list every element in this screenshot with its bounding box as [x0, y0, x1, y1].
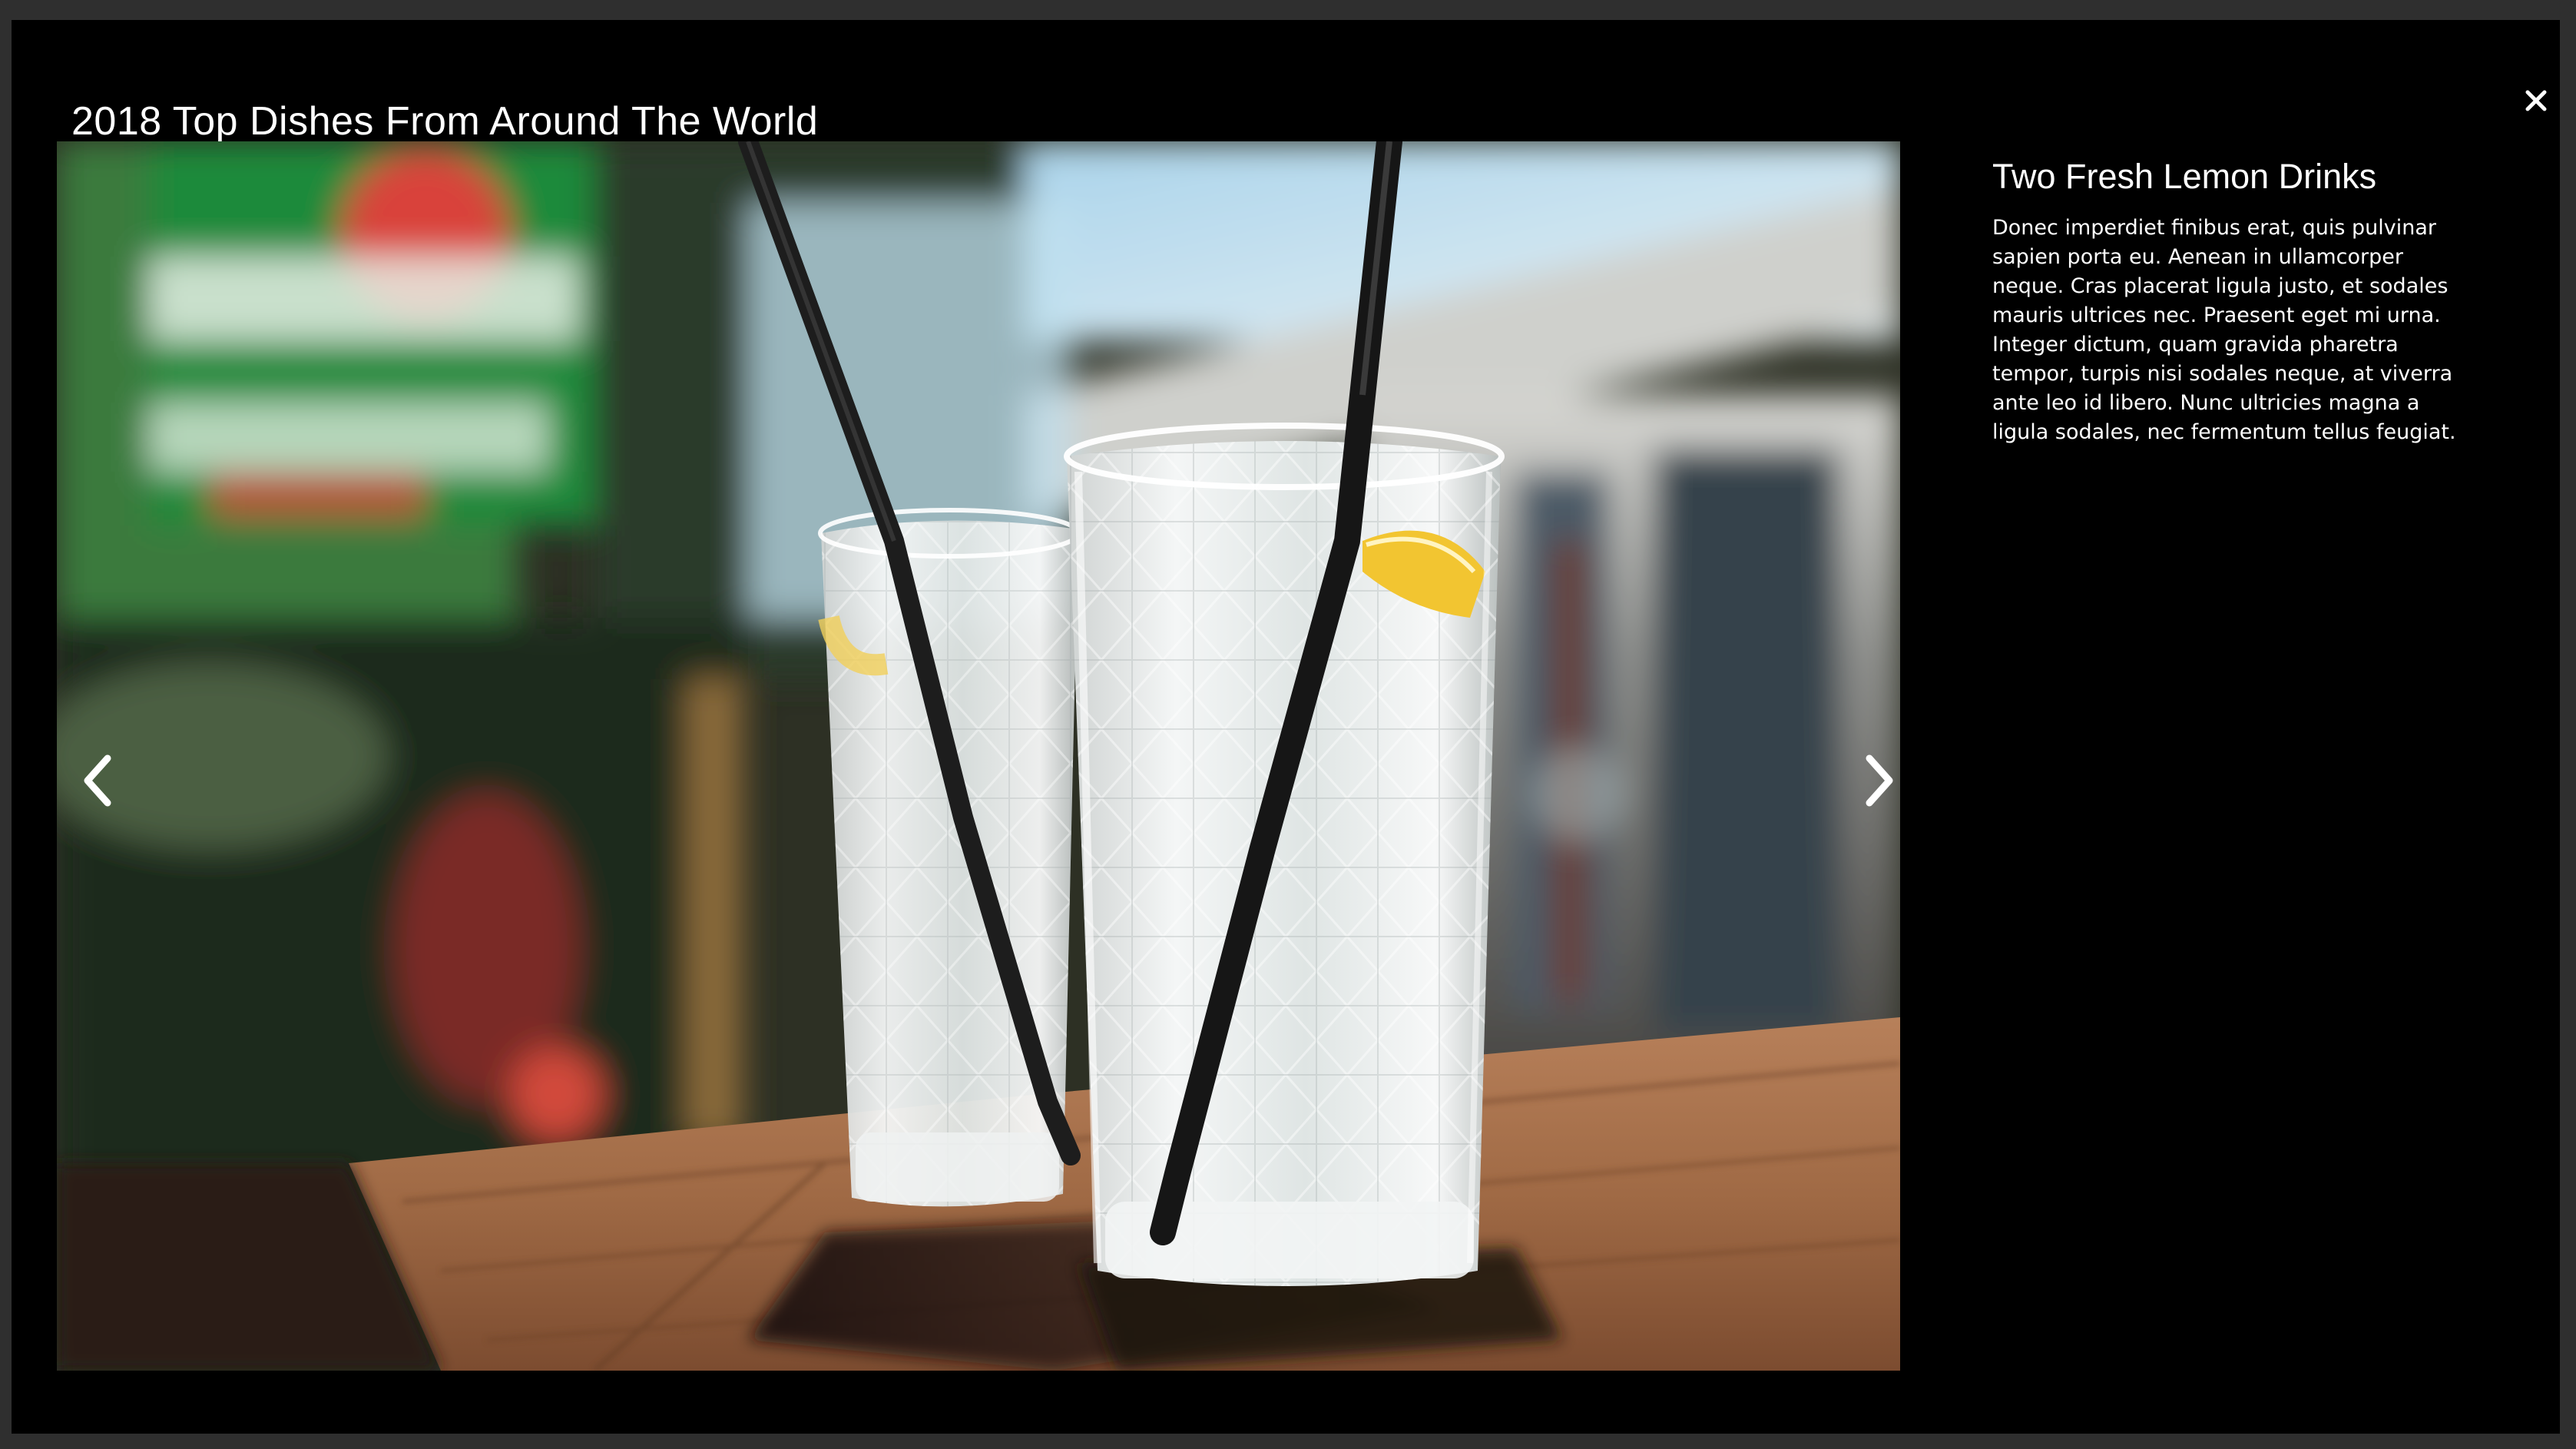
image-caption-title: Two Fresh Lemon Drinks [1992, 157, 2377, 196]
gallery-title: 2018 Top Dishes From Around The World [71, 99, 819, 144]
image-info-panel: Two Fresh Lemon Drinks Donec imperdiet f… [1992, 154, 2468, 447]
close-icon [2525, 90, 2547, 111]
next-image-button[interactable] [1849, 746, 1900, 815]
lightbox-image [57, 141, 1900, 1371]
close-button[interactable] [2517, 81, 2555, 120]
lightbox-modal: 2018 Top Dishes From Around The World Tw… [12, 20, 2560, 1434]
chevron-left-icon [84, 754, 111, 807]
previous-image-button[interactable] [67, 746, 128, 815]
chevron-right-icon [1866, 754, 1893, 807]
lightbox-image-viewer [57, 141, 1900, 1371]
image-caption-description: Donec imperdiet finibus erat, quis pulvi… [1992, 216, 2456, 444]
